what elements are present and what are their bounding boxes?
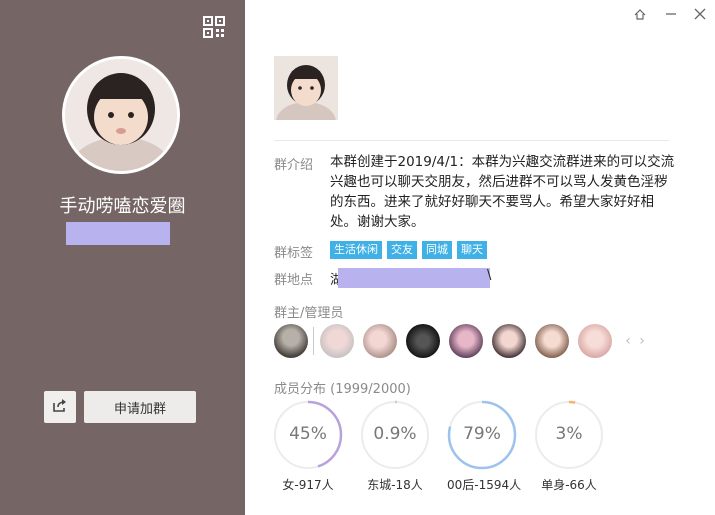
tags-label: 群标签 (274, 246, 314, 261)
stat-percent: 3% (555, 424, 583, 444)
admin-avatar[interactable] (578, 324, 612, 358)
left-panel: 手动唠嗑恋爱圈 申请加群 (0, 0, 245, 515)
tag-item[interactable]: 交友 (387, 241, 417, 259)
admin-avatar[interactable] (274, 324, 308, 358)
apply-join-button[interactable]: 申请加群 (84, 391, 196, 423)
stat-percent: 79% (463, 424, 501, 444)
stat-caption: 女-917人 (282, 478, 334, 492)
stat-percent: 0.9% (373, 424, 417, 444)
stat-age: 79% 00后-1594人 (447, 400, 522, 493)
pin-icon[interactable] (632, 6, 648, 22)
admin-avatar[interactable] (449, 324, 483, 358)
admin-avatar[interactable] (363, 324, 397, 358)
members-label: 成员分布 (1999/2000) (274, 382, 411, 397)
prev-arrow-icon[interactable]: ‹ (621, 333, 635, 349)
admin-avatar[interactable] (535, 324, 569, 358)
admin-separator (313, 327, 314, 355)
group-avatar (62, 56, 180, 174)
admin-avatar[interactable] (406, 324, 440, 358)
stat-gender: 45% 女-917人 (273, 400, 343, 493)
location-end: \ (487, 268, 492, 283)
location-label: 群地点 (274, 273, 314, 288)
stat-district: 0.9% 东城-18人 (360, 400, 430, 493)
group-name: 手动唠嗑恋爱圈 (59, 196, 186, 217)
admin-avatar[interactable] (320, 324, 354, 358)
close-icon[interactable] (692, 6, 708, 22)
next-arrow-icon[interactable]: › (635, 333, 649, 349)
stat-caption: 东城-18人 (367, 478, 423, 492)
admin-list: ‹ › (274, 324, 649, 358)
minimize-icon[interactable] (663, 6, 679, 22)
group-intro: 本群创建于2019/4/1：本群为兴趣交流群进来的可以交流兴趣也可以聊天交朋友，… (330, 154, 675, 230)
tag-list: 生活休闲 交友 同城 聊天 (330, 241, 487, 259)
stat-caption: 00后-1594人 (447, 478, 522, 492)
group-thumbnail[interactable] (274, 56, 338, 120)
stat-caption: 单身-66人 (541, 478, 597, 492)
tag-item[interactable]: 生活休闲 (330, 241, 382, 259)
share-icon (52, 397, 68, 417)
intro-label: 群介绍 (274, 158, 314, 173)
qr-code-icon[interactable] (203, 16, 225, 38)
tag-item[interactable]: 同城 (422, 241, 452, 259)
redacted-group-number (66, 222, 170, 245)
stat-percent: 45% (289, 424, 327, 444)
admin-avatar[interactable] (492, 324, 526, 358)
tag-item[interactable]: 聊天 (457, 241, 487, 259)
divider (274, 140, 669, 141)
share-button[interactable] (44, 391, 76, 423)
redacted-location (338, 268, 490, 288)
admins-label: 群主/管理员 (274, 306, 344, 321)
stat-single: 3% 单身-66人 (534, 400, 604, 493)
